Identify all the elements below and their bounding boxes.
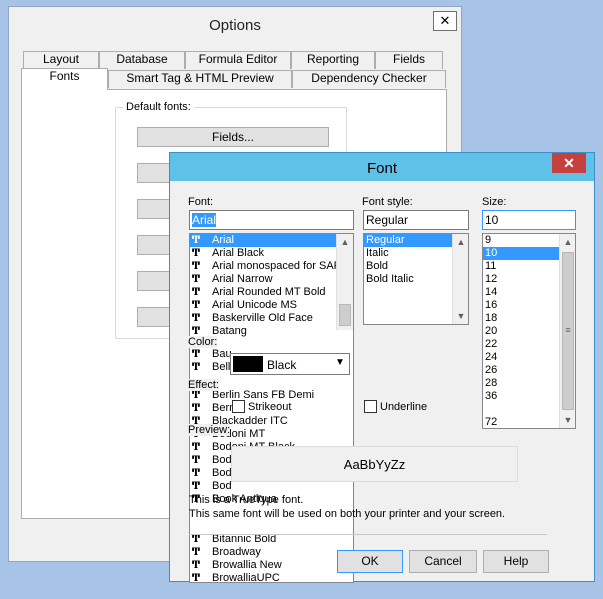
cancel-button[interactable]: Cancel: [409, 550, 477, 573]
truetype-icon: Ͳ: [192, 274, 201, 285]
size-list[interactable]: 9 10 11 12 14 16 18 20 22 24 26 28 36 72…: [482, 233, 576, 429]
size-list-scrollbar[interactable]: ▲ ≡ ▼: [559, 234, 575, 428]
chevron-up-icon[interactable]: ▲: [337, 234, 353, 250]
truetype-icon: Ͳ: [192, 300, 201, 311]
chevron-down-icon[interactable]: ▼: [335, 357, 345, 368]
color-swatch: [233, 356, 263, 372]
chevron-down-icon[interactable]: ▼: [453, 308, 468, 324]
truetype-icon: Ͳ: [192, 313, 201, 324]
summary-fields-font-button[interactable]: [137, 163, 171, 183]
font-list-item[interactable]: Ͳ Arial: [190, 234, 336, 247]
chevron-down-icon[interactable]: ▼: [560, 412, 575, 428]
font-list-item[interactable]: Ͳ Arial Narrow: [190, 273, 336, 286]
tab-layout[interactable]: Layout: [23, 51, 99, 69]
fields-font-button[interactable]: Fields...: [137, 127, 329, 147]
font-style-input[interactable]: Regular: [363, 210, 469, 230]
font-name-value: Arial: [192, 213, 217, 227]
font-style-list[interactable]: Regular Italic Bold Bold Italic ▲ ▼: [363, 233, 469, 325]
title-font-button[interactable]: [137, 307, 171, 327]
style-list-scrollbar[interactable]: ▲ ▼: [452, 234, 468, 324]
database-fields-font-button[interactable]: [137, 199, 171, 219]
underline-label: Underline: [380, 401, 428, 413]
underline-checkbox[interactable]: [364, 400, 377, 413]
tab-formula-editor[interactable]: Formula Editor: [185, 51, 291, 69]
separator: [189, 534, 547, 535]
font-style-label: Font style:: [362, 196, 413, 208]
color-label: Color:: [188, 336, 218, 348]
tab-fonts[interactable]: Fonts: [21, 68, 108, 90]
ok-button[interactable]: OK: [337, 550, 403, 573]
font-list-lower: Ͳ Bitannic Bold Ͳ Broadway Ͳ Browallia New …: [192, 533, 282, 584]
tab-smart-tag-html-preview[interactable]: Smart Tag & HTML Preview: [108, 70, 292, 88]
font-list-item[interactable]: Ͳ Baskerville Old Face: [190, 312, 336, 325]
default-fonts-label: Default fonts:: [123, 101, 194, 113]
options-title: Options: [209, 17, 261, 34]
chevron-up-icon[interactable]: ▲: [453, 234, 468, 250]
font-label: Font:: [188, 196, 214, 208]
effect-label: Effect:: [188, 379, 219, 391]
color-value: Black: [267, 358, 297, 372]
size-label: Size:: [482, 196, 507, 208]
font-list-item[interactable]: Ͳ Arial monospaced for SAP: [190, 260, 341, 273]
font-list-item[interactable]: Ͳ Arial Unicode MS: [190, 299, 336, 312]
font-dialog: Font ✕ Font: Arial Ͳ Arial Ͳ Arial Black Ͳ…: [169, 152, 595, 584]
truetype-note: This is a TrueType font.: [189, 494, 304, 506]
truetype-icon: Ͳ: [192, 235, 201, 246]
tab-fields[interactable]: Fields: [375, 51, 443, 69]
color-combo[interactable]: Black ▼: [230, 353, 350, 375]
tab-database[interactable]: Database: [99, 51, 185, 69]
preview-label: Preview:: [188, 424, 231, 436]
options-close-button[interactable]: ✕: [433, 11, 457, 31]
preview-box: AaBbYyZz: [231, 446, 518, 482]
size-input[interactable]: 10: [482, 210, 576, 230]
group-name-font-button[interactable]: [137, 271, 171, 291]
truetype-icon: Ͳ: [192, 287, 201, 298]
tab-dependency-checker[interactable]: Dependency Checker: [292, 70, 446, 88]
strikeout-checkbox[interactable]: [232, 400, 245, 413]
size-list-item[interactable]: 72: [483, 416, 497, 428]
font-list-scroll-thumb[interactable]: [339, 304, 351, 326]
printer-note: This same font will be used on both your…: [189, 508, 506, 520]
font-list-item[interactable]: Ͳ Arial Black: [190, 247, 336, 260]
font-name-input[interactable]: Arial: [189, 210, 354, 230]
help-button[interactable]: Help: [483, 550, 549, 573]
font-list-scrollbar[interactable]: ▲: [336, 234, 353, 330]
font-list-item[interactable]: Ͳ Arial Rounded MT Bold: [190, 286, 336, 299]
font-close-button[interactable]: ✕: [552, 153, 586, 173]
truetype-icon: Ͳ: [192, 248, 201, 259]
chevron-up-icon[interactable]: ▲: [560, 234, 575, 250]
size-scroll-thumb[interactable]: ≡: [562, 252, 574, 410]
strikeout-label: Strikeout: [248, 401, 292, 413]
text-objects-font-button[interactable]: [137, 235, 171, 255]
truetype-icon: Ͳ: [192, 261, 201, 272]
tab-reporting[interactable]: Reporting: [291, 51, 375, 69]
font-dialog-title: Font: [366, 160, 397, 177]
